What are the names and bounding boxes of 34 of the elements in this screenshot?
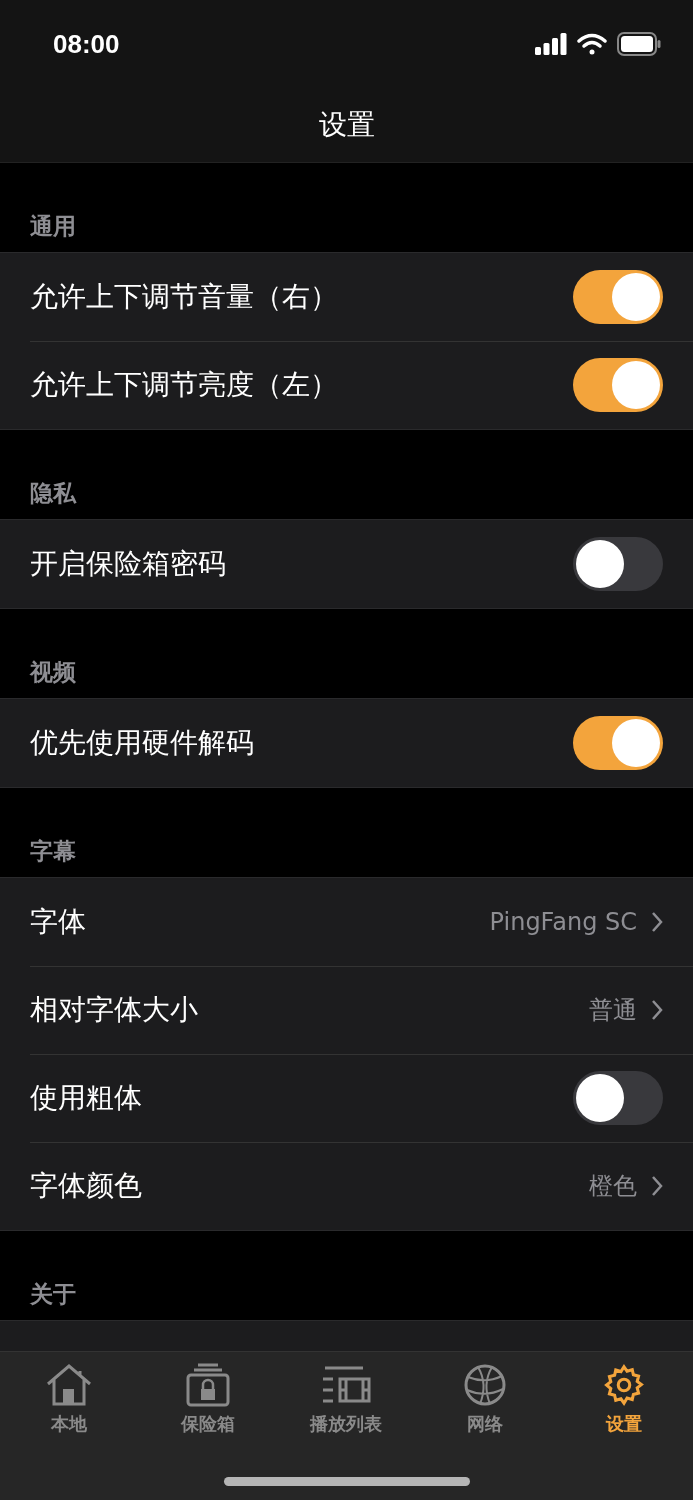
setting-label: 开启保险箱密码 [30, 546, 226, 582]
setting-label: 允许上下调节音量（右） [30, 279, 338, 315]
tab-item[interactable]: 设置 [605, 1412, 642, 1436]
setting-value: PingFang SC [489, 908, 637, 936]
tab-item[interactable]: 播放列表 [310, 1412, 383, 1436]
toggle-switch[interactable] [573, 1071, 663, 1125]
tab-item[interactable]: 本地 [51, 1412, 88, 1436]
section-header: 通用 [30, 212, 76, 241]
section-header: 关于 [30, 1280, 76, 1309]
status-time: 08:00 [53, 28, 120, 60]
setting-value: 普通 [589, 995, 637, 1026]
chevron-icon [651, 911, 663, 933]
setting-label[interactable]: 相对字体大小 [30, 991, 198, 1029]
setting-label[interactable]: 字体颜色 [30, 1167, 142, 1205]
chevron-icon [651, 999, 663, 1021]
toggle-switch[interactable] [573, 358, 663, 412]
signal-icon [535, 33, 567, 55]
tab-item[interactable]: 保险箱 [180, 1412, 235, 1436]
setting-value: 橙色 [589, 1171, 637, 1202]
section-header: 视频 [30, 658, 76, 687]
setting-label: 使用粗体 [30, 1080, 142, 1116]
section-header: 隐私 [30, 479, 76, 508]
wifi-icon [577, 33, 607, 55]
toggle-switch[interactable] [573, 537, 663, 591]
setting-label: 优先使用硬件解码 [30, 725, 254, 761]
tab-item[interactable]: 网络 [467, 1412, 504, 1436]
toggle-switch[interactable] [573, 716, 663, 770]
setting-label: 允许上下调节亮度（左） [30, 367, 338, 403]
chevron-icon [651, 1175, 663, 1197]
section-header: 字幕 [30, 837, 76, 866]
page-title: 设置 [318, 107, 375, 143]
battery-icon [617, 32, 661, 56]
toggle-switch[interactable] [573, 270, 663, 324]
setting-label[interactable]: 字体 [30, 903, 86, 941]
